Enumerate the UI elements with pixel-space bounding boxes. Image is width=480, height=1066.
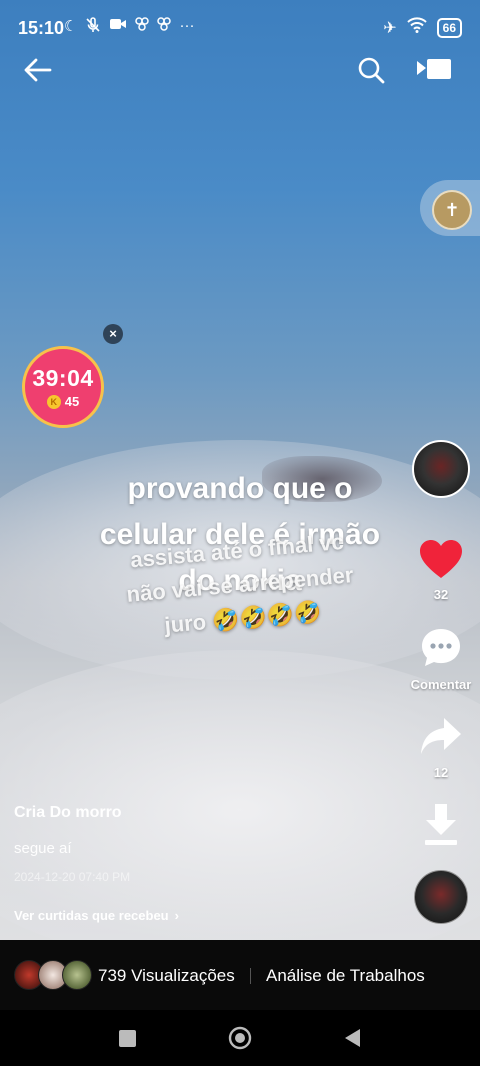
accessibility-icon: ✝ <box>432 190 472 230</box>
system-nav-bar <box>0 1010 480 1066</box>
home-circle-icon <box>228 1026 252 1050</box>
share-button[interactable]: 12 <box>408 714 474 780</box>
reward-timer[interactable]: 39:04 K 45 <box>22 346 104 428</box>
like-count: 32 <box>433 587 449 602</box>
share-arrow-icon <box>421 718 461 754</box>
chevron-right-icon: › <box>174 908 179 923</box>
coin-icon: K <box>46 394 61 409</box>
video-cloud <box>0 650 480 940</box>
received-likes-link[interactable]: Ver curtidas que recebeu › <box>14 908 179 923</box>
moon-icon: ☾ <box>64 18 78 35</box>
author-avatar[interactable] <box>412 440 470 498</box>
status-right-icons: ✈ 66 <box>383 17 462 38</box>
accessibility-float-button[interactable]: ✝ <box>420 180 480 236</box>
app-icon <box>135 17 150 37</box>
mic-off-icon <box>85 17 101 37</box>
avatar <box>62 960 92 990</box>
back-button[interactable] <box>20 52 56 88</box>
received-likes-label: Ver curtidas que recebeu <box>14 908 169 923</box>
search-icon <box>358 57 385 84</box>
views-count[interactable]: 739 Visualizações <box>98 966 235 986</box>
status-left-icons: ☾ ··· <box>64 17 194 37</box>
download-button[interactable] <box>408 802 474 853</box>
analysis-link[interactable]: Análise de Trabalhos <box>266 966 425 986</box>
top-bar <box>0 46 480 94</box>
like-button[interactable]: 32 <box>408 538 474 602</box>
caption-line: provando que o <box>127 472 353 505</box>
battery-indicator: 66 <box>436 17 462 38</box>
divider <box>250 968 251 984</box>
music-disc-avatar[interactable] <box>414 870 468 924</box>
post-date: 2024-12-20 07:40 PM <box>14 870 131 884</box>
airplane-icon: ✈ <box>383 19 397 37</box>
timer-coins: K 45 <box>25 394 101 409</box>
comment-bubble-icon <box>422 629 460 666</box>
status-time: 15:10 <box>18 18 65 38</box>
more-dots-icon: ··· <box>179 17 195 34</box>
coin-count: 45 <box>64 394 80 409</box>
heart-icon <box>420 540 462 578</box>
arrow-left-icon <box>24 58 52 82</box>
stats-bar: 739 Visualizações Análise de Trabalhos <box>0 940 480 1010</box>
system-back-button[interactable] <box>342 1027 362 1049</box>
wifi-icon <box>406 17 427 38</box>
comment-label: Comentar <box>410 677 472 692</box>
download-icon <box>425 804 457 845</box>
post-description: segue aí <box>14 840 72 857</box>
search-button[interactable] <box>356 52 386 88</box>
comment-button[interactable]: Comentar <box>408 626 474 692</box>
app-icon <box>157 17 172 37</box>
triangle-back-icon <box>345 1029 360 1047</box>
recents-button[interactable] <box>119 1030 136 1047</box>
cast-screen-icon <box>417 59 451 79</box>
viewer-avatars[interactable] <box>14 960 94 990</box>
video-icon <box>109 17 127 37</box>
home-button[interactable] <box>228 1026 252 1050</box>
cast-button[interactable] <box>414 54 454 86</box>
close-icon[interactable]: × <box>103 324 123 344</box>
share-count: 12 <box>433 765 449 780</box>
timer-countdown: 39:04 <box>32 365 94 391</box>
post-author[interactable]: Cria Do morro <box>14 804 122 822</box>
